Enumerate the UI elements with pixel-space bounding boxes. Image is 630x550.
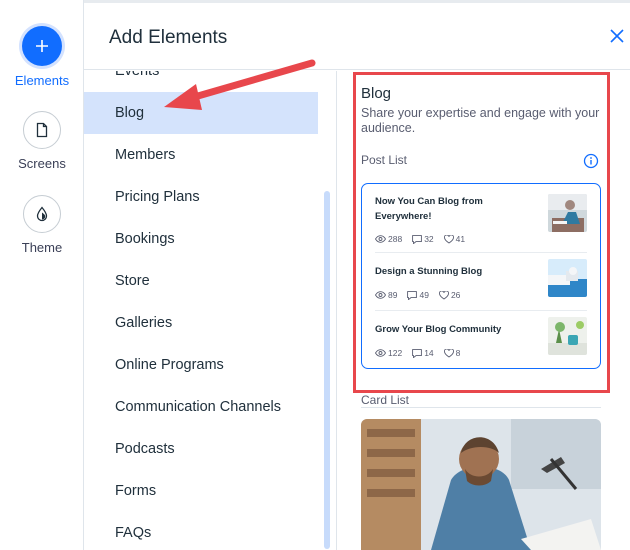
category-communication-channels[interactable]: Communication Channels bbox=[84, 386, 318, 428]
rail-screens-button[interactable]: Screens bbox=[0, 111, 84, 171]
category-pricing-plans[interactable]: Pricing Plans bbox=[84, 176, 318, 218]
panel-title: Add Elements bbox=[109, 27, 228, 48]
close-icon[interactable] bbox=[609, 28, 625, 44]
card-list-preview-image[interactable] bbox=[361, 419, 601, 550]
category-online-programs[interactable]: Online Programs bbox=[84, 344, 318, 386]
category-store[interactable]: Store bbox=[84, 260, 318, 302]
rail-elements-label: Elements bbox=[14, 73, 70, 88]
rail-theme-label: Theme bbox=[21, 240, 63, 255]
annotation-highlight-box bbox=[353, 72, 610, 393]
drop-icon bbox=[23, 195, 61, 233]
rail-elements-button[interactable]: Elements bbox=[0, 26, 84, 88]
rail-theme-button[interactable]: Theme bbox=[0, 195, 84, 255]
rail-screens-label: Screens bbox=[18, 156, 66, 171]
add-elements-screen: Elements Screens Theme Add Elements Even… bbox=[0, 0, 630, 550]
category-bookings[interactable]: Bookings bbox=[84, 218, 318, 260]
category-podcasts[interactable]: Podcasts bbox=[84, 428, 318, 470]
category-events[interactable]: Events bbox=[84, 71, 318, 92]
category-forms[interactable]: Forms bbox=[84, 470, 318, 512]
divider bbox=[361, 407, 601, 408]
category-members[interactable]: Members bbox=[84, 134, 318, 176]
category-galleries[interactable]: Galleries bbox=[84, 302, 318, 344]
category-faqs[interactable]: FAQs bbox=[84, 512, 318, 550]
category-list: Events Blog Members Pricing Plans Bookin… bbox=[84, 71, 336, 550]
left-rail: Elements Screens Theme bbox=[0, 0, 84, 550]
plus-icon bbox=[22, 26, 62, 66]
panel-header: Add Elements bbox=[84, 0, 630, 70]
category-scrollbar[interactable] bbox=[324, 191, 330, 549]
page-icon bbox=[23, 111, 61, 149]
card-list-label: Card List bbox=[361, 393, 410, 407]
category-blog[interactable]: Blog bbox=[84, 92, 318, 134]
